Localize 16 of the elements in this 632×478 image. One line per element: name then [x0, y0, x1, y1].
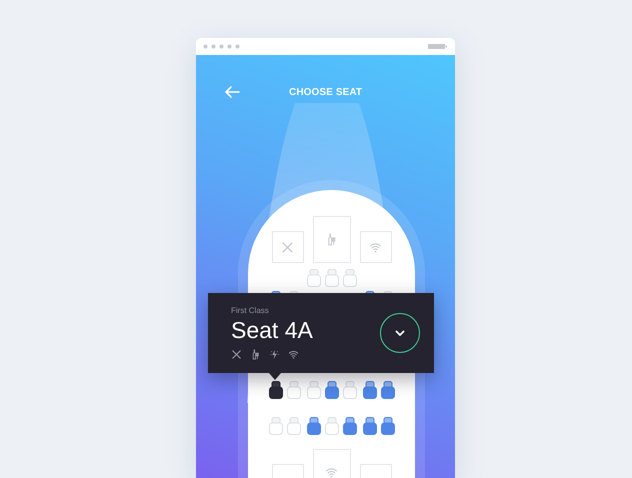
cutlery-icon [231, 349, 242, 360]
wifi-icon [369, 240, 382, 254]
chevron-down-icon [395, 330, 405, 336]
wifi-icon [288, 349, 299, 360]
seat-icon[interactable] [268, 381, 282, 399]
class-label: First Class [231, 306, 270, 315]
back-arrow-icon[interactable] [224, 86, 240, 98]
expand-button[interactable] [380, 313, 420, 353]
battery-icon [428, 44, 447, 49]
signal-dots-icon [203, 44, 241, 49]
lightning-icon [269, 349, 280, 360]
wifi-icon [325, 466, 338, 478]
bottle-icon [250, 349, 261, 360]
screen-title: CHOOSE SEAT [289, 86, 362, 98]
cutlery-icon [281, 240, 294, 254]
seat-label: Seat 4A [231, 317, 313, 344]
